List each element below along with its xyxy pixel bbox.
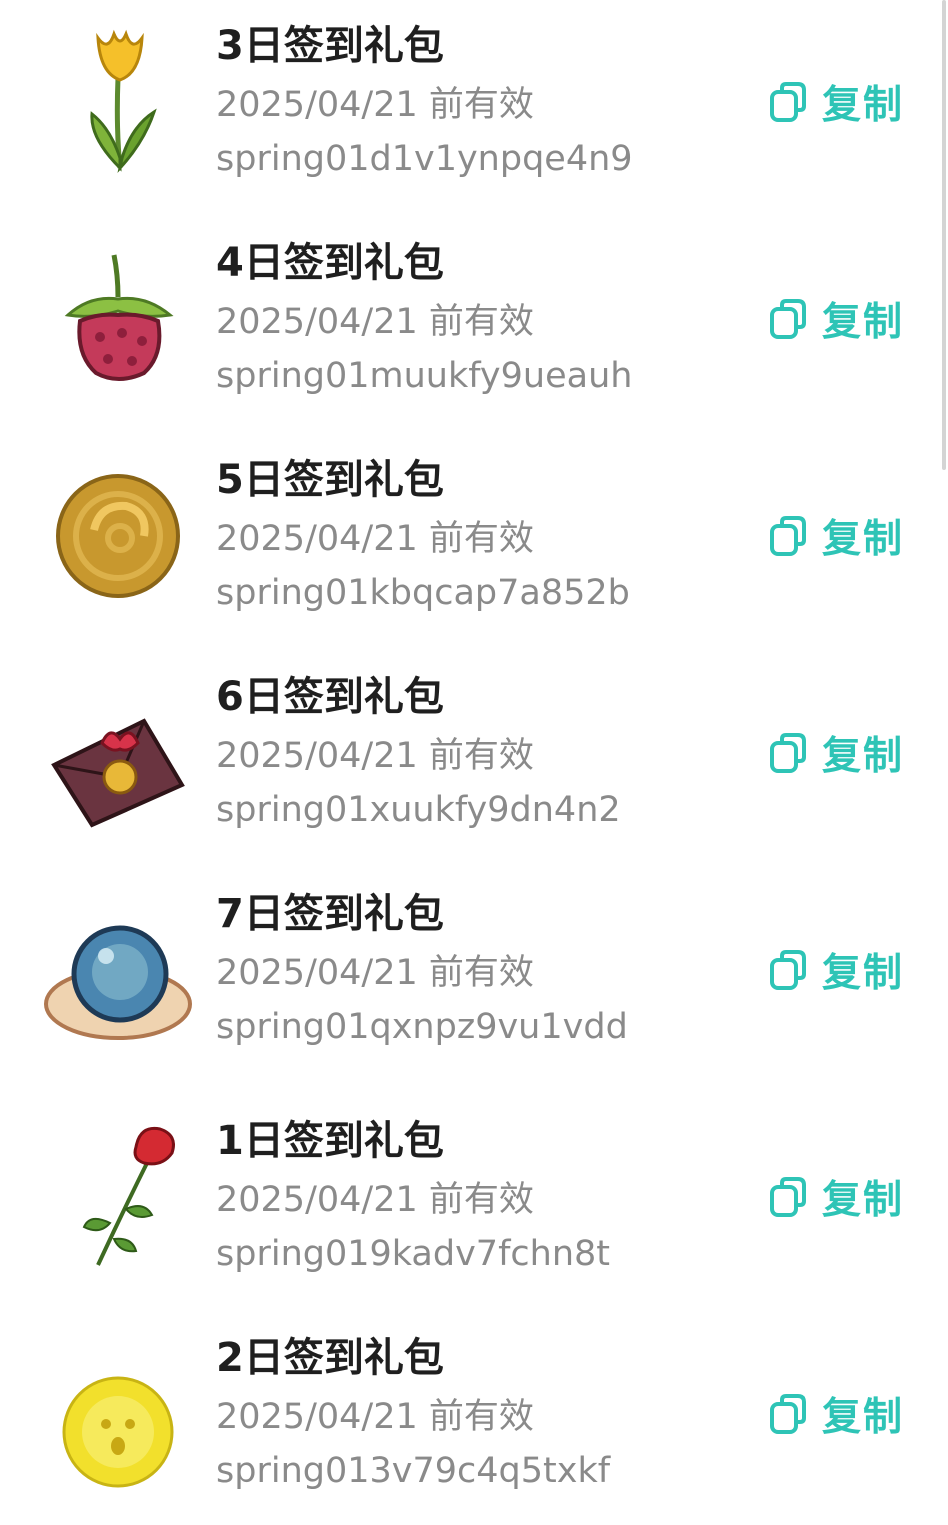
raspberry-icon — [40, 235, 200, 395]
copy-icon — [768, 80, 808, 124]
copy-icon — [768, 1175, 808, 1219]
copy-icon — [768, 948, 808, 992]
gold-coin-icon — [40, 452, 200, 612]
list-item: 3日签到礼包 2025/04/21 前有效 spring01d1v1ynpqe4… — [0, 0, 940, 210]
copy-button[interactable]: 复制 — [768, 1388, 904, 1440]
expiry-date: 2025/04/21 前有效 — [216, 519, 534, 559]
gift-title: 3日签到礼包 — [216, 23, 444, 69]
copy-button[interactable]: 复制 — [768, 1171, 904, 1223]
copy-icon — [768, 731, 808, 775]
gift-code: spring01xuukfy9dn4n2 — [216, 790, 621, 830]
expiry-date: 2025/04/21 前有效 — [216, 85, 534, 125]
yellow-coin-icon — [40, 1330, 200, 1490]
rose-icon — [40, 1113, 200, 1273]
gift-code: spring01d1v1ynpqe4n9 — [216, 139, 633, 179]
copy-label: 复制 — [822, 734, 905, 779]
expiry-date: 2025/04/21 前有效 — [216, 1397, 534, 1437]
expiry-date: 2025/04/21 前有效 — [216, 302, 534, 342]
gift-title: 6日签到礼包 — [216, 674, 444, 720]
list-item: 1日签到礼包 2025/04/21 前有效 spring019kadv7fchn… — [0, 1095, 940, 1305]
list-item: 4日签到礼包 2025/04/21 前有效 spring01muukfy9uea… — [0, 217, 940, 427]
copy-button[interactable]: 复制 — [768, 293, 904, 345]
gift-title: 1日签到礼包 — [216, 1118, 444, 1164]
envelope-icon — [40, 669, 200, 829]
gift-code: spring019kadv7fchn8t — [216, 1234, 610, 1274]
copy-button[interactable]: 复制 — [768, 944, 904, 996]
crystal-ball-icon — [40, 886, 200, 1046]
copy-label: 复制 — [822, 300, 905, 345]
copy-icon — [768, 514, 808, 558]
gift-title: 4日签到礼包 — [216, 240, 444, 286]
copy-button[interactable]: 复制 — [768, 510, 904, 562]
list-item: 6日签到礼包 2025/04/21 前有效 spring01xuukfy9dn4… — [0, 651, 940, 861]
tulip-icon — [40, 18, 200, 178]
gift-code: spring01qxnpz9vu1vdd — [216, 1007, 628, 1047]
scrollbar[interactable] — [942, 0, 946, 470]
copy-label: 复制 — [822, 1395, 905, 1440]
copy-icon — [768, 297, 808, 341]
gift-code: spring01muukfy9ueauh — [216, 356, 633, 396]
list-item: 5日签到礼包 2025/04/21 前有效 spring01kbqcap7a85… — [0, 434, 940, 644]
gift-code-list: 3日签到礼包 2025/04/21 前有效 spring01d1v1ynpqe4… — [0, 0, 948, 1525]
gift-title: 5日签到礼包 — [216, 457, 444, 503]
copy-icon — [768, 1392, 808, 1436]
gift-code: spring013v79c4q5txkf — [216, 1451, 611, 1491]
gift-title: 7日签到礼包 — [216, 891, 444, 937]
copy-label: 复制 — [822, 951, 905, 996]
list-item: 2日签到礼包 2025/04/21 前有效 spring013v79c4q5tx… — [0, 1312, 940, 1522]
expiry-date: 2025/04/21 前有效 — [216, 736, 534, 776]
expiry-date: 2025/04/21 前有效 — [216, 953, 534, 993]
list-item: 7日签到礼包 2025/04/21 前有效 spring01qxnpz9vu1v… — [0, 868, 940, 1078]
gift-title: 2日签到礼包 — [216, 1335, 444, 1381]
copy-button[interactable]: 复制 — [768, 727, 904, 779]
expiry-date: 2025/04/21 前有效 — [216, 1180, 534, 1220]
gift-code: spring01kbqcap7a852b — [216, 573, 630, 613]
copy-label: 复制 — [822, 517, 905, 562]
copy-label: 复制 — [822, 1178, 905, 1223]
copy-button[interactable]: 复制 — [768, 76, 904, 128]
copy-label: 复制 — [822, 83, 905, 128]
